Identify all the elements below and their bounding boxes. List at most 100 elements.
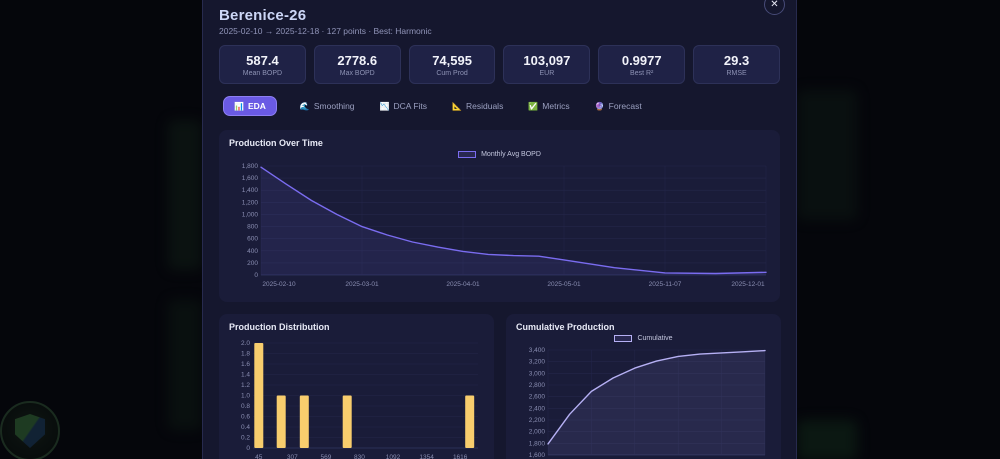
well-title: Berenice-26: [219, 7, 307, 24]
modal-header: Berenice-26 2025-02-10 → 2025-12-18 · 12…: [203, 0, 796, 36]
x-tick-label: 2025-03-01: [345, 281, 379, 288]
y-tick-label: 0.8: [241, 403, 250, 410]
y-tick-label: 1.0: [241, 393, 250, 400]
background-content-blur: [168, 120, 202, 270]
chart-title: Production Over Time: [229, 138, 323, 148]
stats-row: 587.4 Mean BOPD 2778.6 Max BOPD 74,595 C…: [219, 45, 780, 84]
cumulative-production-chart: 1,600 1,800 2,000 2,200 2,400 2,600 2,800 3,000…: [529, 347, 766, 459]
well-detail-modal: ✕ Berenice-26 2025-02-10 → 2025-12-18 · …: [202, 0, 797, 459]
tab-metrics[interactable]: ✅ Metrics: [526, 97, 571, 115]
x-tick-label: 830: [354, 454, 365, 459]
stat-value: 29.3: [723, 53, 750, 68]
tab-label: Forecast: [608, 101, 642, 111]
legend-swatch: [458, 151, 477, 158]
stat-card-eur: 103,097 EUR: [503, 45, 591, 84]
y-tick-label: 2,400: [529, 405, 546, 412]
y-tick-label: 0.6: [241, 414, 250, 421]
y-tick-label: 200: [247, 260, 258, 267]
histogram-bar: [299, 395, 309, 448]
y-tick-label: 3,200: [529, 359, 546, 366]
wave-icon: 🌊: [299, 101, 310, 111]
x-tick-label: 1616: [453, 454, 468, 459]
tab-eda[interactable]: 📊 EDA: [223, 96, 277, 116]
stat-label: Best R²: [630, 70, 654, 77]
stat-value: 0.9977: [621, 53, 662, 68]
x-tick-label: 2025-05-01: [547, 281, 581, 288]
y-tick-label: 1,800: [529, 440, 546, 447]
x-tick-label: 569: [321, 454, 332, 459]
y-tick-label: 1,000: [242, 211, 259, 218]
y-tick-label: 1.8: [241, 351, 250, 358]
stat-value: 587.4: [246, 53, 279, 68]
stat-label: Max BOPD: [339, 70, 375, 77]
legend-label: Cumulative: [637, 335, 673, 342]
chart-title: Production Distribution: [229, 322, 330, 332]
stat-card-cum-prod: 74,595 Cum Prod: [408, 45, 496, 84]
stat-label: EUR: [539, 70, 555, 77]
stat-card-mean-bopd: 587.4 Mean BOPD: [219, 45, 306, 84]
tab-residuals[interactable]: 📐 Residuals: [450, 97, 505, 115]
tab-label: Metrics: [542, 101, 570, 111]
cumulative-production-panel: Cumulative Production Cumulative 1,600 1,…: [506, 314, 781, 459]
chart-decreasing-icon: 📉: [379, 101, 390, 111]
y-tick-label: 1,200: [242, 199, 259, 206]
y-tick-label: 3,400: [529, 347, 546, 354]
y-tick-label: 1,600: [529, 452, 546, 459]
well-subtitle: 2025-02-10 → 2025-12-18 · 127 points · B…: [219, 26, 432, 36]
triangle-ruler-icon: 📐: [452, 101, 462, 111]
tab-bar: 📊 EDA 🌊 Smoothing 📉 DCA Fits 📐 Residuals…: [223, 96, 780, 116]
shield-logo-icon: [15, 414, 45, 448]
chart-title: Cumulative Production: [516, 322, 615, 332]
y-tick-label: 1,600: [242, 175, 259, 182]
background-logo: [0, 401, 60, 459]
stat-value: 2778.6: [337, 53, 378, 68]
histogram-bar: [465, 395, 475, 448]
y-tick-label: 800: [247, 224, 258, 231]
background-content-blur: [797, 420, 857, 459]
y-tick-label: 0.2: [241, 435, 250, 442]
x-tick-label: 2025-04-01: [446, 281, 480, 288]
bar-chart-icon: 📊: [234, 101, 244, 111]
y-tick-label: 3,000: [529, 370, 546, 377]
histogram-bar: [342, 395, 352, 448]
stat-card-rmse: 29.3 RMSE: [693, 45, 780, 84]
y-tick-label: 0: [246, 445, 250, 452]
y-tick-label: 2,600: [529, 394, 546, 401]
background-content-blur: [168, 300, 202, 430]
y-tick-label: 1,400: [242, 187, 259, 194]
tab-forecast[interactable]: 🔮 Forecast: [593, 97, 644, 115]
chart-legend: Monthly Avg BOPD: [229, 148, 770, 161]
production-distribution-chart: 0 0.2 0.4 0.6 0.8 1.0 1.2 1.4 1.6 1.8 2.0 45 307 569 8…: [241, 340, 478, 459]
y-tick-label: 0: [254, 272, 258, 279]
stat-card-best-r2: 0.9977 Best R²: [598, 45, 686, 84]
x-tick-label: 2025-02-10: [262, 281, 296, 288]
y-tick-label: 2,800: [529, 382, 546, 389]
chart-legend: Cumulative: [516, 332, 771, 345]
x-tick-label: 45: [255, 454, 263, 459]
production-over-time-panel: Production Over Time Monthly Avg BOPD 02…: [219, 130, 780, 302]
stat-label: Mean BOPD: [242, 70, 283, 77]
legend-swatch: [614, 335, 633, 342]
y-tick-label: 2,000: [529, 429, 546, 436]
tab-dca-fits[interactable]: 📉 DCA Fits: [378, 97, 430, 115]
y-tick-label: 1,800: [242, 163, 259, 170]
x-tick-label: 307: [287, 454, 298, 459]
histogram-bar: [276, 395, 286, 448]
production-over-time-chart: 0 200 400 600 800 1,000 1,200 1,400 1,600 1,800 20…: [242, 163, 767, 288]
x-tick-label: 2025-12-01: [731, 281, 765, 288]
series-area: [261, 167, 766, 275]
stat-value: 103,097: [523, 53, 571, 68]
stat-label: RMSE: [726, 70, 747, 77]
y-tick-label: 600: [247, 236, 258, 243]
y-tick-label: 2.0: [241, 340, 250, 347]
tab-smoothing[interactable]: 🌊 Smoothing: [298, 97, 357, 115]
x-tick-label: 2025-11-07: [649, 281, 682, 288]
tab-label: Smoothing: [313, 101, 355, 111]
bottom-charts-row: Production Distribution 0 0.2 0.4 0.6 0.8 1.0…: [219, 314, 781, 459]
y-tick-label: 2,200: [529, 417, 546, 424]
background-content-blur: [797, 90, 857, 220]
stat-value: 74,595: [432, 53, 472, 68]
x-tick-label: 1354: [419, 454, 434, 459]
y-tick-label: 400: [247, 248, 258, 255]
legend-label: Monthly Avg BOPD: [481, 151, 541, 158]
